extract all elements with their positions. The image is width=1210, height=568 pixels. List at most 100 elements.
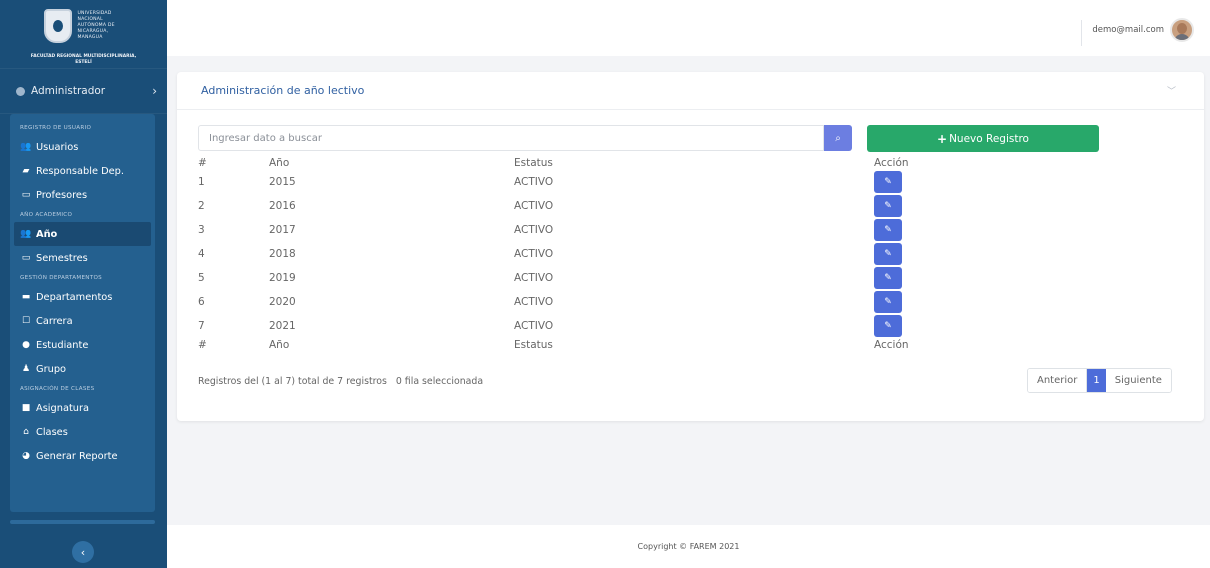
edit-icon: ✎ [884,177,892,187]
edit-icon: ✎ [884,321,892,331]
user-menu-label: Administrador [31,85,106,97]
edit-button[interactable]: ✎ [874,171,902,193]
cell-year: 2015 [269,176,296,188]
university-name: UNIVERSIDAD NACIONAL AUTÓNOMA DE NICARAG… [77,11,115,40]
edit-button[interactable]: ✎ [874,267,902,289]
section-title: GESTIÓN DEPARTAMENTOS [20,274,103,281]
edit-button[interactable]: ✎ [874,315,902,337]
sidebar-item-grupo[interactable]: ♟ Grupo [10,357,155,381]
edit-button[interactable]: ✎ [874,195,902,217]
edit-button[interactable]: ✎ [874,243,902,265]
pie-chart-icon: ◕ [22,451,30,461]
section-title: ASIGNACIÓN DE CLASES [20,385,95,392]
sidebar-item-reporte[interactable]: ◕ Generar Reporte [10,444,155,468]
col-header-num[interactable]: # [198,156,269,170]
cell-year: 2018 [269,248,296,260]
sidebar-item-responsable[interactable]: ▰ Responsable Dep. [10,159,155,183]
search-icon: ⌕ [835,132,841,144]
table-row[interactable]: 5 2019 ACTIVO ✎ [198,266,954,290]
brand: UNIVERSIDAD NACIONAL AUTÓNOMA DE NICARAG… [0,0,167,68]
user-icon: ● [22,340,30,350]
cell-year: 2021 [269,320,296,332]
cell-status: ACTIVO [514,296,554,308]
sidebar-divider [10,520,155,524]
sidebar-item-clases[interactable]: ⌂ Clases [10,420,155,444]
folder-icon: ▬ [21,292,31,302]
search-button[interactable]: ⌕ [824,125,852,151]
sidebar-item-carrera[interactable]: ☐ Carrera [10,309,155,333]
group-icon: ♟ [21,364,31,374]
table-row[interactable]: 4 2018 ACTIVO ✎ [198,242,954,266]
sidebar-menu: REGISTRO DE USUARIO 👥 Usuarios ▰ Respons… [10,114,155,512]
col-header-status[interactable]: Estatus [514,156,874,170]
section-title: REGISTRO DE USUARIO [20,124,92,131]
chalkboard-icon: ▭ [21,190,31,200]
table-info: Registros del (1 al 7) total de 7 regist… [198,376,484,387]
cell-status: ACTIVO [514,224,554,236]
table-row[interactable]: 3 2017 ACTIVO ✎ [198,218,954,242]
edit-icon: ✎ [884,225,892,235]
user-menu-toggle[interactable]: Administrador › [0,68,167,114]
chalkboard-icon: ▭ [21,253,31,263]
col-footer-year: Año [269,339,290,351]
user-email[interactable]: demo@mail.com [1092,25,1164,35]
table-row[interactable]: 1 2015 ACTIVO ✎ [198,170,954,194]
cell-num: 3 [198,224,205,236]
edit-icon: ✎ [884,249,892,259]
sidebar-item-asignatura[interactable]: ■ Asignatura [10,396,155,420]
copyright-text: Copyright © FAREM 2021 [637,542,740,551]
chevron-left-icon: ‹ [80,545,86,559]
edit-button[interactable]: ✎ [874,291,902,313]
edit-icon: ✎ [884,273,892,283]
pagination-page-1[interactable]: 1 [1087,369,1106,392]
university-crest-icon [43,9,72,43]
divider [1081,20,1082,46]
col-header-year[interactable]: Año [269,156,514,170]
table-row[interactable]: 7 2021 ACTIVO ✎ [198,314,954,338]
sidebar-item-semestres[interactable]: ▭ Semestres [10,246,155,270]
section-title: AÑO ACADEMICO [20,211,73,218]
search-group: ⌕ [198,125,852,151]
sidebar-item-profesores[interactable]: ▭ Profesores [10,183,155,207]
users-icon: 👥 [20,142,32,152]
cell-status: ACTIVO [514,320,554,332]
years-table: # Año Estatus Acción 1 2015 ACTIVO ✎ 2 2… [198,156,954,352]
card-header: Administración de año lectivo ﹀ [177,72,1204,110]
edit-icon: ✎ [884,297,892,307]
pagination-prev[interactable]: Anterior [1028,369,1088,392]
cell-num: 4 [198,248,205,260]
sidebar: UNIVERSIDAD NACIONAL AUTÓNOMA DE NICARAG… [0,0,167,568]
edit-icon: ✎ [884,201,892,211]
book-icon: ■ [21,403,31,413]
plus-icon: + [937,131,948,146]
chevron-right-icon: › [152,84,157,98]
cell-status: ACTIVO [514,272,554,284]
sidebar-item-usuarios[interactable]: 👥 Usuarios [10,135,155,159]
pagination-next[interactable]: Siguiente [1105,369,1171,392]
search-input[interactable] [198,125,824,151]
sidebar-item-ano[interactable]: 👥 Año [14,222,151,246]
cell-num: 7 [198,320,205,332]
sidebar-collapse-button[interactable]: ‹ [72,541,94,563]
sidebar-item-estudiante[interactable]: ● Estudiante [10,333,155,357]
avatar[interactable] [1170,18,1194,42]
cell-status: ACTIVO [514,248,554,260]
new-record-button[interactable]: + Nuevo Registro [867,125,1099,152]
year-admin-card: Administración de año lectivo ﹀ ⌕ + Nuev… [177,72,1204,421]
col-footer-num: # [198,339,207,351]
users-icon: 👥 [20,229,32,239]
cell-year: 2020 [269,296,296,308]
table-row[interactable]: 6 2020 ACTIVO ✎ [198,290,954,314]
table-footer-row: # Año Estatus Acción [198,338,954,352]
building-icon: ▰ [22,166,30,176]
user-icon [16,86,25,96]
sidebar-item-departamentos[interactable]: ▬ Departamentos [10,285,155,309]
cell-num: 2 [198,200,205,212]
cell-num: 1 [198,176,205,188]
col-header-action: Acción [874,157,909,169]
edit-button[interactable]: ✎ [874,219,902,241]
cell-num: 6 [198,296,205,308]
cell-status: ACTIVO [514,200,554,212]
table-row[interactable]: 2 2016 ACTIVO ✎ [198,194,954,218]
chevron-down-icon[interactable]: ﹀ [1167,84,1176,97]
